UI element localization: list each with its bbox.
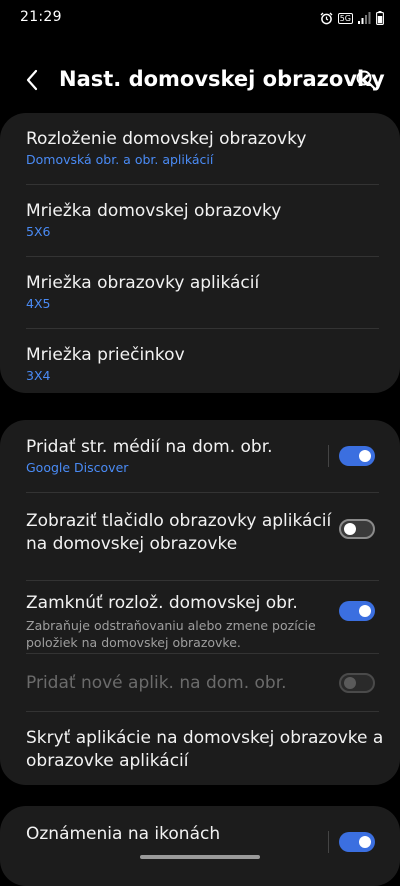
row-title-line2: obrazovke aplikácií [26,751,189,771]
apps-screen-grid-item[interactable]: Mriežka obrazovky aplikácií 4X5 [0,257,400,329]
row-subtitle: Domovská obr. a obr. aplikácií [26,152,214,167]
row-subtitle: Google Discover [26,460,129,475]
page-title: Nast. domovskej obrazovky [59,67,385,91]
folder-grid-item[interactable]: Mriežka priečinkov 3X4 [0,329,400,393]
row-title-line2: na domovskej obrazovke [26,534,238,554]
apps-button-item[interactable]: Zobraziť tlačidlo obrazovky aplikácií na… [0,493,400,581]
row-title: Pridať str. médií na dom. obr. [26,437,273,457]
row-description-line2: položiek na domovskej obrazovke. [26,635,241,650]
back-button[interactable] [18,66,46,94]
row-description-line1: Zabraňuje odstraňovaniu alebo zmene pozí… [26,618,316,633]
media-page-item[interactable]: Pridať str. médií na dom. obr. Google Di… [0,420,400,493]
search-icon [356,70,377,91]
row-title: Oznámenia na ikonách [26,824,221,844]
add-new-apps-toggle [339,673,375,693]
icon-badges-toggle[interactable] [339,832,375,852]
status-icons: 5G [320,10,384,26]
battery-icon [376,11,384,25]
vertical-separator [328,831,329,853]
badges-card: Oznámenia na ikonách [0,806,400,886]
apps-button-toggle[interactable] [339,519,375,539]
app-header: Nast. domovskej obrazovky [0,56,400,104]
row-title: Rozloženie domovskej obrazovky [26,129,307,149]
search-button[interactable] [352,66,380,94]
row-title: Mriežka domovskej obrazovky [26,201,282,221]
network-type-badge: 5G [337,12,353,24]
alarm-icon [320,12,333,24]
hide-apps-item[interactable]: Skryť aplikácie na domovskej obrazovke a… [0,712,400,785]
row-title-line1: Skryť aplikácie na domovskej obrazovke a [26,728,384,748]
row-title: Zamknúť rozlož. domovskej obr. [26,593,298,613]
icon-badges-item[interactable]: Oznámenia na ikonách [0,806,400,886]
status-bar: 21:29 5G [0,0,400,36]
row-subtitle: 3X4 [26,368,51,383]
layout-settings-card: Rozloženie domovskej obrazovky Domovská … [0,113,400,393]
status-time: 21:29 [20,9,62,25]
vertical-separator [328,445,329,467]
row-title: Mriežka obrazovky aplikácií [26,273,260,293]
add-new-apps-item: Pridať nové aplik. na dom. obr. [0,654,400,712]
row-subtitle: 4X5 [26,296,51,311]
home-screen-layout-item[interactable]: Rozloženie domovskej obrazovky Domovská … [0,113,400,185]
row-title-line1: Zobraziť tlačidlo obrazovky aplikácií [26,511,332,531]
row-title: Pridať nové aplik. na dom. obr. [26,673,287,693]
signal-icon [358,12,371,24]
row-subtitle: 5X6 [26,224,51,239]
lock-layout-item[interactable]: Zamknúť rozlož. domovskej obr. Zabraňuje… [0,581,400,654]
gesture-nav-handle[interactable] [140,855,260,859]
lock-layout-toggle[interactable] [339,601,375,621]
home-options-card: Pridať str. médií na dom. obr. Google Di… [0,420,400,785]
row-title: Mriežka priečinkov [26,345,185,365]
media-page-toggle[interactable] [339,446,375,466]
home-screen-grid-item[interactable]: Mriežka domovskej obrazovky 5X6 [0,185,400,257]
back-arrow-icon [26,69,38,91]
